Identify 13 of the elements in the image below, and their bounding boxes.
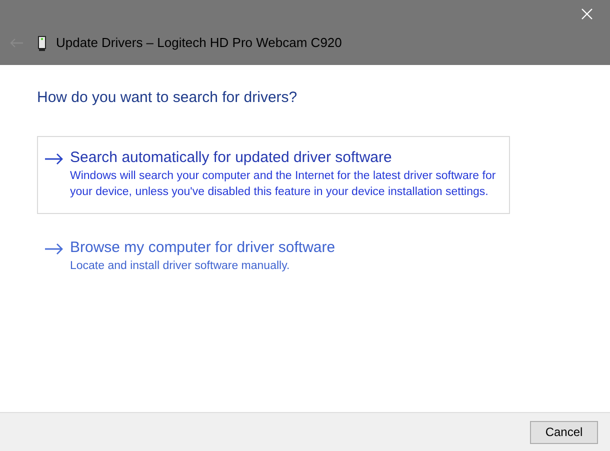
option-link[interactable] — [37, 136, 510, 214]
webcam-icon — [38, 36, 46, 50]
arrow-icon — [44, 242, 64, 254]
cancel-button[interactable]: Cancel — [530, 420, 598, 444]
option-title: Search automatically for updated driver software — [70, 148, 393, 168]
arrow-icon — [44, 152, 64, 164]
option-description: Windows will search your computer and the Internet for the latest driver software for your device, unless you've disabled this feature in your device installation settings. — [70, 168, 497, 200]
close-icon — [581, 8, 593, 20]
option-title: Browse my computer for driver software — [70, 238, 336, 258]
option-description: Locate and install driver software manually. — [70, 258, 291, 274]
window-title: Update Drivers – Logitech HD Pro Webcam C920 — [56, 34, 342, 52]
dialog-heading: How do you want to search for drivers? — [37, 88, 298, 108]
option-link[interactable]: Browse my computer for driver software Locate and install driver software manually. — [37, 226, 510, 288]
